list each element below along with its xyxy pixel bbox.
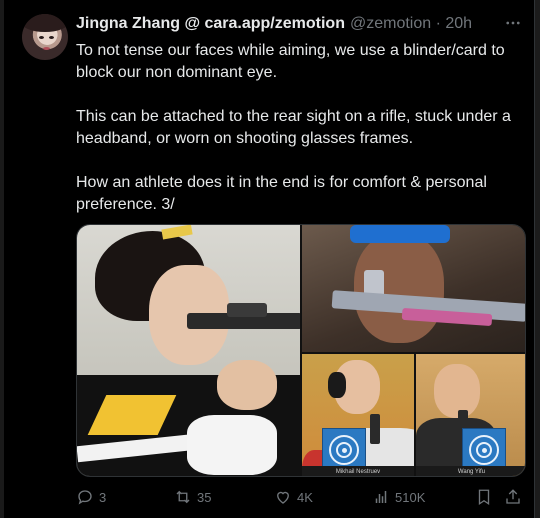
analytics-icon	[375, 491, 387, 503]
post-paragraph: To not tense our faces while aiming, we …	[76, 42, 505, 81]
reply-count: 3	[99, 489, 107, 505]
repost-button[interactable]: 35	[174, 488, 211, 506]
repost-icon	[176, 490, 190, 504]
view-count: 510K	[395, 489, 426, 505]
window-edge-left	[0, 0, 4, 518]
more-horizontal-icon[interactable]	[504, 14, 522, 37]
post-text: To not tense our faces while aiming, we …	[76, 40, 526, 216]
repost-count: 35	[197, 489, 212, 505]
post-paragraph: How an athlete does it in the end is for…	[76, 174, 487, 213]
window-edge-right	[534, 0, 540, 518]
post-actions: 3 35 4K 510K	[76, 488, 526, 510]
views-button[interactable]: 510K	[372, 488, 425, 506]
media-image-shooter-woman[interactable]	[77, 225, 300, 476]
author-name[interactable]: Jingna Zhang @ cara.app/zemotion	[76, 15, 345, 33]
like-count: 4K	[297, 489, 313, 505]
media-image-pistol-shooter-2[interactable]: Wang Yifu	[416, 354, 525, 476]
media-image-shooter-man[interactable]	[302, 225, 525, 352]
bookmark-icon[interactable]	[475, 488, 493, 511]
heart-icon	[277, 491, 289, 504]
share-icon[interactable]	[504, 488, 522, 511]
media-image-pistol-shooter-1[interactable]: Mikhail Nestruev	[302, 354, 414, 476]
post-paragraph: This can be attached to the rear sight o…	[76, 108, 511, 147]
reply-icon	[78, 490, 92, 505]
media-grid: Mikhail Nestruev Wang Yifu	[76, 224, 526, 477]
post-header: Jingna Zhang @ cara.app/zemotion @zemoti…	[76, 15, 472, 33]
post-time: 20h	[445, 15, 473, 32]
image-caption: Wang Yifu	[416, 466, 525, 476]
reply-button[interactable]: 3	[76, 488, 106, 506]
image-caption: Mikhail Nestruev	[302, 466, 414, 476]
author-handle[interactable]: @zemotion · 20h	[350, 15, 472, 33]
like-button[interactable]: 4K	[274, 488, 313, 506]
avatar[interactable]	[22, 14, 68, 60]
